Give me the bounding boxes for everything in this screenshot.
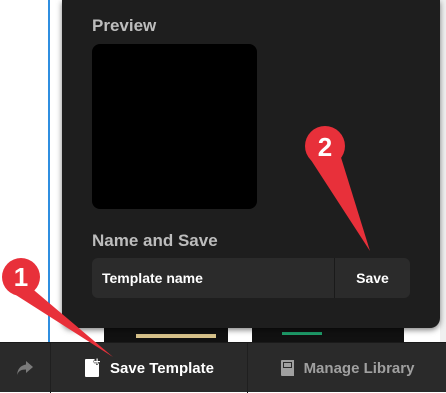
annotation-number-2: 2 [318, 132, 332, 162]
annotation-number-1: 1 [14, 262, 28, 292]
file-add-icon [85, 358, 101, 377]
name-and-save-heading: Name and Save [92, 231, 218, 250]
save-button[interactable]: Save [335, 258, 410, 298]
annotation-marker-1: 1 [2, 258, 113, 357]
share-arrow-icon [17, 361, 33, 375]
template-thumbnail[interactable] [104, 328, 228, 342]
manage-library-label: Manage Library [303, 359, 415, 377]
template-thumbnail[interactable] [252, 328, 404, 342]
name-save-row: Save [92, 258, 410, 298]
library-book-icon [280, 360, 294, 376]
template-name-input[interactable] [92, 258, 334, 298]
save-template-label: Save Template [110, 359, 214, 377]
background-panel-right [440, 0, 446, 342]
preview-canvas [92, 44, 257, 209]
annotation-marker-2: 2 [305, 126, 370, 251]
thumbnail-detail [282, 332, 322, 335]
manage-library-button[interactable]: Manage Library [248, 343, 446, 393]
thumbnail-detail [136, 334, 216, 338]
preview-heading: Preview [92, 16, 157, 35]
